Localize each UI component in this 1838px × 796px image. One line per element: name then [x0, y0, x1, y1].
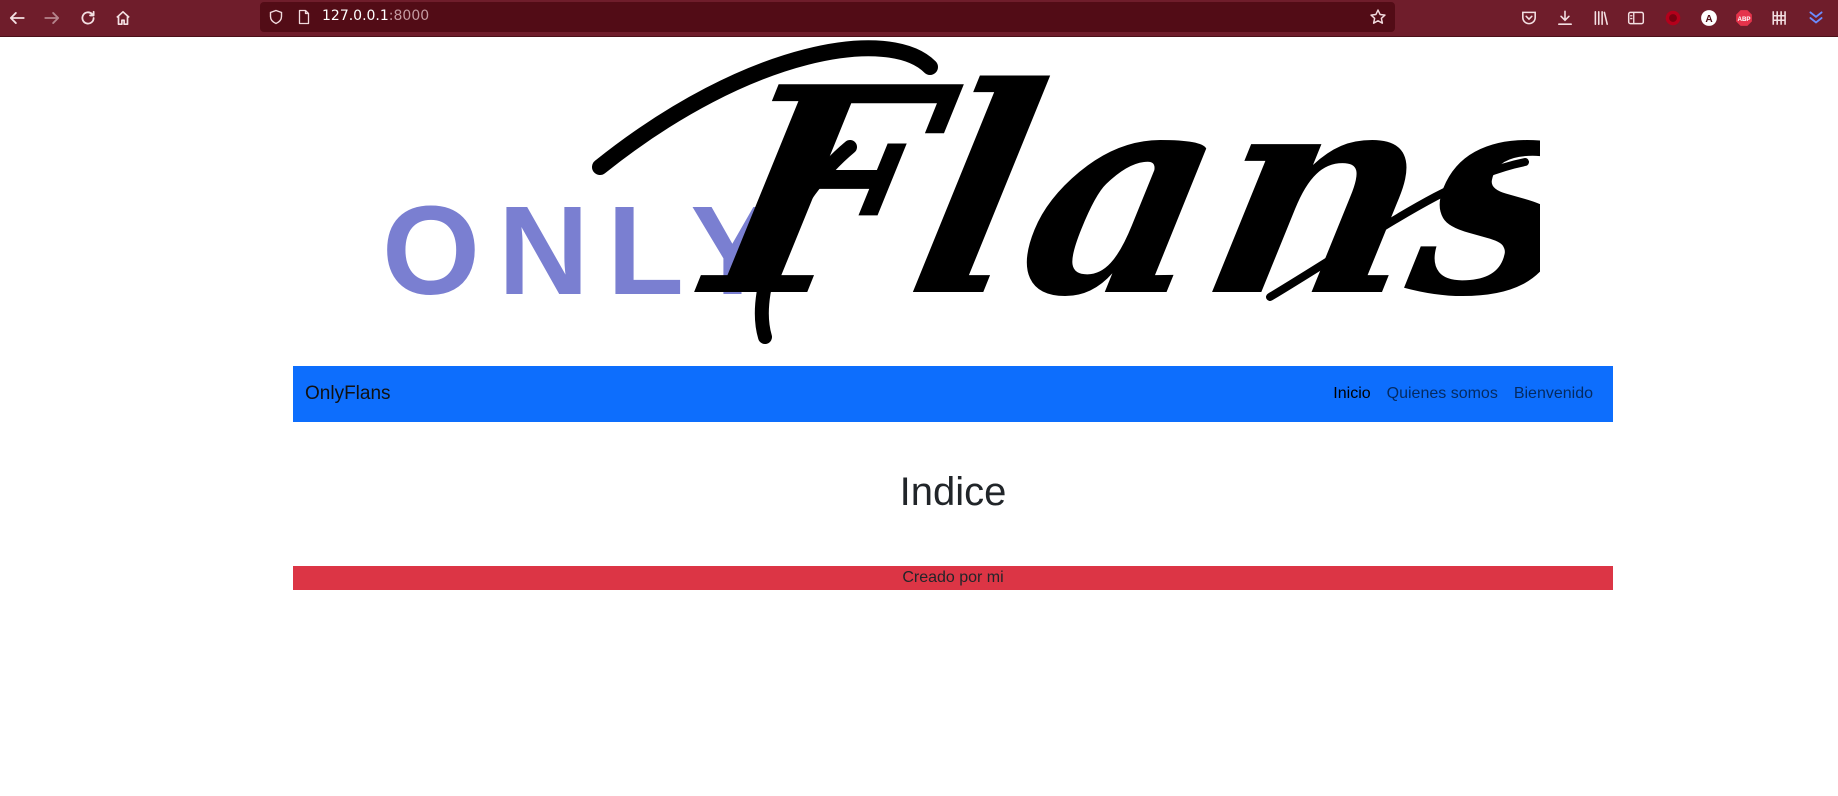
home-icon[interactable]	[110, 5, 136, 31]
library-icon[interactable]	[1590, 7, 1612, 29]
nav-link-bienvenido[interactable]: Bienvenido	[1514, 385, 1593, 403]
back-icon[interactable]	[4, 5, 30, 31]
adblock-plus-icon[interactable]: ABP	[1733, 7, 1755, 29]
nav-link-quienes-somos[interactable]: Quienes somos	[1387, 385, 1498, 403]
navbar: OnlyFlans Inicio Quienes somos Bienvenid…	[293, 366, 1613, 422]
reload-icon[interactable]	[75, 5, 101, 31]
account-icon[interactable]: A	[1698, 7, 1720, 29]
page-title: Indice	[899, 470, 1007, 514]
onlyflans-logo: ONLY Flans	[382, 37, 1540, 347]
url-host: 127.0.0.1	[322, 8, 389, 24]
url-bar[interactable]: 127.0.0.1:8000	[260, 2, 1395, 32]
extension-grid-icon[interactable]	[1769, 7, 1791, 29]
tracking-shield-icon[interactable]	[268, 9, 284, 25]
sidebar-icon[interactable]	[1625, 7, 1647, 29]
nav-links: Inicio Quienes somos Bienvenido	[1333, 385, 1593, 403]
browser-toolbar: 127.0.0.1:8000 A ABP	[0, 0, 1838, 37]
adblock-text: ABP	[1737, 16, 1750, 23]
download-icon[interactable]	[1554, 7, 1576, 29]
navbar-brand[interactable]: OnlyFlans	[305, 383, 391, 405]
url-text[interactable]: 127.0.0.1:8000	[322, 8, 429, 24]
bookmark-star-icon[interactable]	[1369, 8, 1387, 26]
account-letter: A	[1705, 14, 1713, 25]
forward-icon[interactable]	[39, 5, 65, 31]
nav-link-inicio[interactable]: Inicio	[1333, 385, 1370, 403]
ublock-icon[interactable]	[1662, 7, 1684, 29]
pocket-icon[interactable]	[1518, 7, 1540, 29]
footer: Creado por mi	[293, 566, 1613, 590]
page-info-icon[interactable]	[296, 9, 312, 25]
overflow-icon[interactable]	[1805, 7, 1827, 29]
url-port: :8000	[388, 8, 430, 24]
footer-text: Creado por mi	[902, 569, 1004, 586]
